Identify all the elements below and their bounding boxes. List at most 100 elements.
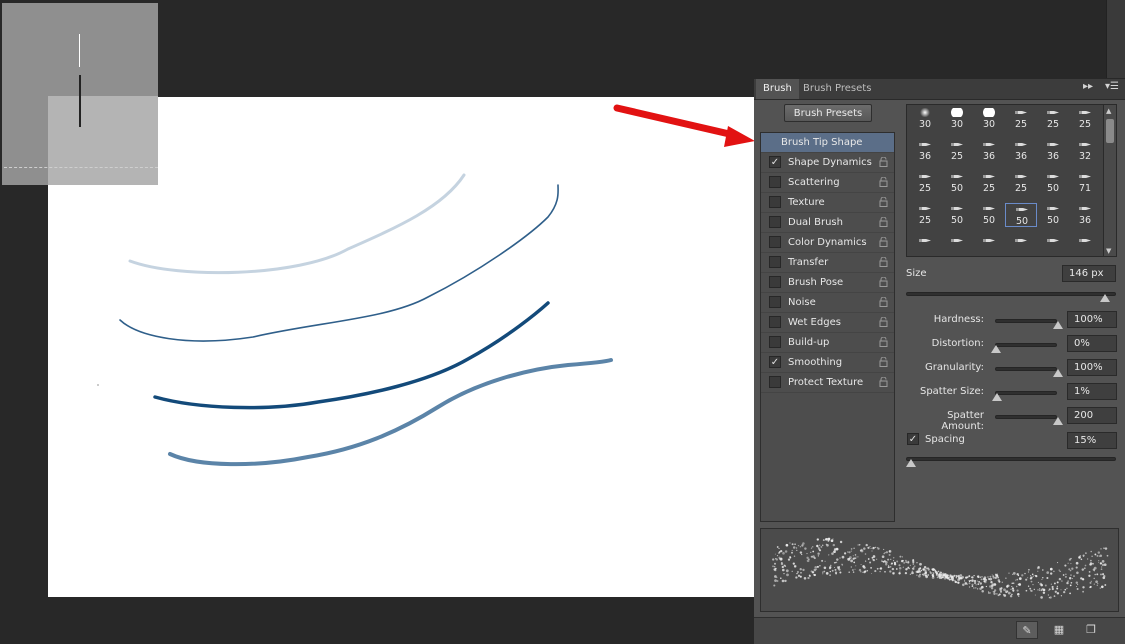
option-checkbox[interactable] [769, 196, 781, 208]
brush-tip[interactable]: 25 [941, 139, 973, 163]
option-wet-edges[interactable]: Wet Edges [761, 313, 894, 333]
brush-presets-button[interactable]: Brush Presets [784, 104, 872, 122]
param-field[interactable]: 100% [1067, 359, 1117, 376]
lock-icon[interactable] [879, 357, 888, 367]
brush-tip[interactable]: 36 [909, 139, 941, 163]
scroll-up-icon[interactable]: ▲ [1106, 107, 1111, 115]
lock-icon[interactable] [879, 377, 888, 387]
brush-tip[interactable]: 50 [1037, 171, 1069, 195]
brush-tip[interactable]: 30 [973, 107, 1005, 131]
brush-tip[interactable]: 36 [1069, 203, 1101, 227]
brush-grid-button[interactable]: ▦ [1048, 621, 1070, 639]
brush-tip[interactable]: 25 [973, 171, 1005, 195]
param-field[interactable]: 100% [1067, 311, 1117, 328]
brush-tip[interactable] [941, 235, 973, 259]
brush-tip[interactable]: 25 [909, 171, 941, 195]
brush-tip[interactable]: 36 [1005, 139, 1037, 163]
brush-tip[interactable]: 36 [973, 139, 1005, 163]
brush-tip[interactable]: 32 [1069, 139, 1101, 163]
option-transfer[interactable]: Transfer [761, 253, 894, 273]
tab-brush-presets[interactable]: Brush Presets [796, 79, 878, 99]
size-slider-thumb[interactable] [1100, 294, 1110, 302]
param-slider[interactable] [995, 415, 1057, 419]
lock-icon[interactable] [879, 177, 888, 187]
tip-grid-scrollbar[interactable]: ▲ ▼ [1103, 105, 1116, 256]
param-slider-thumb[interactable] [991, 393, 1002, 401]
option-checkbox[interactable] [769, 336, 781, 348]
option-checkbox[interactable] [769, 296, 781, 308]
spacing-slider-thumb[interactable] [906, 459, 916, 467]
scroll-down-icon[interactable]: ▼ [1106, 247, 1111, 255]
brush-tip[interactable]: 50 [941, 171, 973, 195]
lock-icon[interactable] [879, 317, 888, 327]
option-protect-texture[interactable]: Protect Texture [761, 373, 894, 393]
brush-tip[interactable]: 50 [1037, 203, 1069, 227]
param-field[interactable]: 200 [1067, 407, 1117, 424]
create-new-brush-button[interactable]: ❐ [1080, 621, 1102, 639]
spacing-slider[interactable] [906, 457, 1116, 461]
brush-tip[interactable]: 50 [973, 203, 1005, 227]
window-scrollbar[interactable] [1106, 0, 1125, 78]
spacing-checkbox[interactable]: ✓ [907, 433, 919, 445]
brush-tip[interactable]: 30 [941, 107, 973, 131]
tab-brush[interactable]: Brush [756, 79, 799, 99]
scroll-thumb[interactable] [1106, 119, 1114, 143]
option-scattering[interactable]: Scattering [761, 173, 894, 193]
option-shape-dynamics[interactable]: ✓ Shape Dynamics [761, 153, 894, 173]
lock-icon[interactable] [879, 237, 888, 247]
option-checkbox[interactable] [769, 216, 781, 228]
option-checkbox[interactable] [769, 236, 781, 248]
param-slider-thumb[interactable] [1053, 321, 1063, 329]
lock-icon[interactable] [879, 297, 888, 307]
param-slider-thumb[interactable] [1053, 417, 1063, 425]
spacing-field[interactable]: 15% [1067, 432, 1117, 449]
brush-tip[interactable] [909, 235, 941, 259]
option-checkbox[interactable] [769, 276, 781, 288]
option-color-dynamics[interactable]: Color Dynamics [761, 233, 894, 253]
param-slider[interactable] [995, 343, 1057, 347]
option-build-up[interactable]: Build-up [761, 333, 894, 353]
brush-tip[interactable]: 25 [1037, 107, 1069, 131]
double-chevron-right-icon[interactable]: ▸▸ [1083, 81, 1093, 92]
param-slider[interactable] [995, 319, 1057, 323]
brush-tip[interactable]: 50 [1005, 203, 1037, 227]
lock-icon[interactable] [879, 197, 888, 207]
brush-tip[interactable]: 30 [909, 107, 941, 131]
brush-tip[interactable]: 36 [1037, 139, 1069, 163]
option-checkbox[interactable]: ✓ [769, 356, 781, 368]
brush-tip[interactable] [1069, 235, 1101, 259]
brush-tip[interactable]: 25 [1005, 107, 1037, 131]
lock-icon[interactable] [879, 157, 888, 167]
option-checkbox[interactable] [769, 256, 781, 268]
option-brush-pose[interactable]: Brush Pose [761, 273, 894, 293]
brush-tip[interactable]: 25 [1005, 171, 1037, 195]
brush-tip[interactable]: 25 [1069, 107, 1101, 131]
toggle-live-tip-button[interactable]: ✎ [1016, 621, 1038, 639]
option-checkbox[interactable] [769, 376, 781, 388]
brush-tip[interactable]: 50 [941, 203, 973, 227]
lock-icon[interactable] [879, 257, 888, 267]
size-field[interactable]: 146 px [1062, 265, 1116, 282]
option-checkbox[interactable] [769, 316, 781, 328]
brush-tip[interactable] [973, 235, 1005, 259]
option-checkbox[interactable] [769, 176, 781, 188]
lock-icon[interactable] [879, 217, 888, 227]
brush-tip[interactable]: 25 [909, 203, 941, 227]
option-smoothing[interactable]: ✓ Smoothing [761, 353, 894, 373]
brush-tip[interactable] [1037, 235, 1069, 259]
param-slider[interactable] [995, 367, 1057, 371]
brush-tip[interactable] [1005, 235, 1037, 259]
option-checkbox[interactable]: ✓ [769, 156, 781, 168]
panel-menu-icon[interactable]: ▾☰ [1105, 81, 1119, 92]
option-texture[interactable]: Texture [761, 193, 894, 213]
lock-icon[interactable] [879, 277, 888, 287]
option-dual-brush[interactable]: Dual Brush [761, 213, 894, 233]
param-slider-thumb[interactable] [1053, 369, 1063, 377]
param-field[interactable]: 1% [1067, 383, 1117, 400]
param-field[interactable]: 0% [1067, 335, 1117, 352]
option-brush-tip-shape[interactable]: Brush Tip Shape [761, 133, 894, 153]
param-slider-thumb[interactable] [991, 345, 1001, 353]
option-noise[interactable]: Noise [761, 293, 894, 313]
brush-tip[interactable]: 71 [1069, 171, 1101, 195]
param-slider[interactable] [995, 391, 1057, 395]
